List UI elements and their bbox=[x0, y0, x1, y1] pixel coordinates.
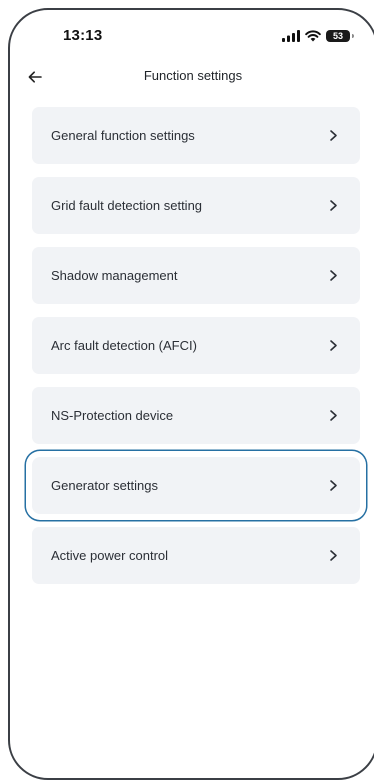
menu-item-label: Active power control bbox=[51, 548, 169, 563]
menu-item-grid-fault-detection-setting[interactable]: Grid fault detection setting bbox=[32, 177, 360, 234]
menu-item-ns-protection-device[interactable]: NS-Protection device bbox=[32, 387, 360, 444]
signal-icon bbox=[282, 30, 300, 42]
chevron-right-icon bbox=[330, 130, 337, 141]
menu-item-label: Generator settings bbox=[51, 478, 158, 493]
menu-item-shadow-management[interactable]: Shadow management bbox=[32, 247, 360, 304]
page-title: Function settings bbox=[143, 68, 243, 83]
chevron-right-icon bbox=[330, 550, 337, 561]
chevron-right-icon bbox=[330, 340, 337, 351]
chevron-right-icon bbox=[330, 480, 337, 491]
battery-icon: 53 bbox=[326, 30, 354, 42]
wifi-icon bbox=[305, 30, 321, 42]
menu-item-active-power-control[interactable]: Active power control bbox=[32, 527, 360, 584]
menu-item-label: Grid fault detection setting bbox=[51, 198, 203, 213]
menu-item-arc-fault-detection[interactable]: Arc fault detection (AFCI) bbox=[32, 317, 360, 374]
menu-item-label: Shadow management bbox=[51, 268, 178, 283]
chevron-right-icon bbox=[330, 410, 337, 421]
menu-item-label: General function settings bbox=[51, 128, 195, 143]
chevron-right-icon bbox=[330, 270, 337, 281]
status-bar: 13:13 53 bbox=[10, 10, 374, 56]
menu-item-label: NS-Protection device bbox=[51, 408, 174, 423]
chevron-right-icon bbox=[330, 200, 337, 211]
status-time: 13:13 bbox=[63, 27, 103, 44]
menu-item-general-function-settings[interactable]: General function settings bbox=[32, 107, 360, 164]
status-icons: 53 bbox=[282, 28, 354, 44]
header: Function settings bbox=[10, 62, 374, 92]
menu-item-generator-settings[interactable]: Generator settings bbox=[32, 457, 360, 514]
phone-frame: 13:13 53 Function settings General funct… bbox=[8, 8, 374, 780]
menu-item-label: Arc fault detection (AFCI) bbox=[51, 338, 197, 353]
settings-menu-list: General function settings Grid fault det… bbox=[32, 107, 360, 597]
